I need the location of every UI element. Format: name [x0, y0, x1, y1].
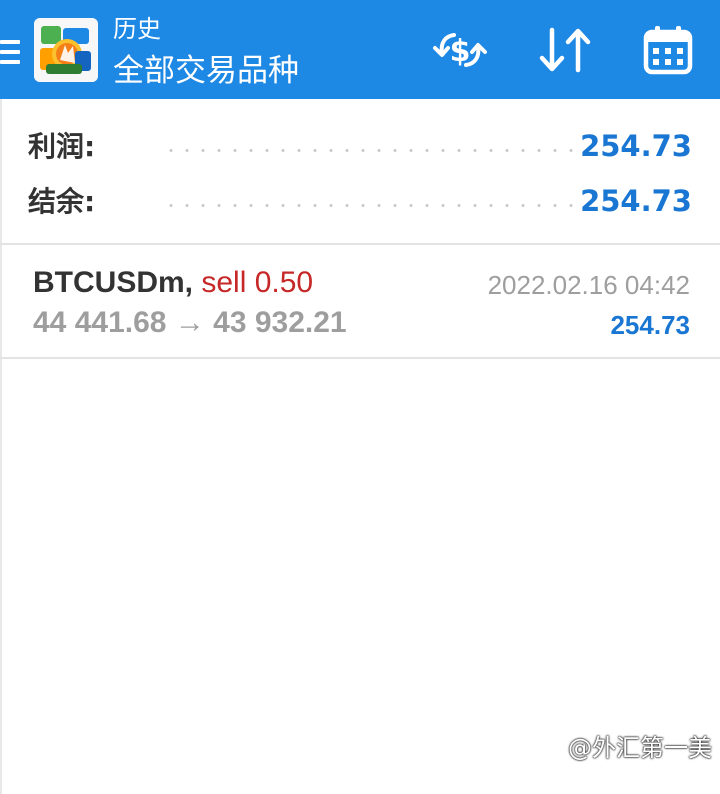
header-title-symbols[interactable]: 全部交易品种 [113, 52, 299, 90]
calendar-icon[interactable] [638, 24, 698, 76]
trade-prices: 44 441.68 → 43 932.21 [33, 304, 347, 342]
watermark: @外汇第一美 [568, 734, 712, 762]
metatrader-logo-icon[interactable] [34, 18, 98, 82]
balance-value: 254.73 [580, 184, 692, 218]
trade-profit: 254.73 [610, 310, 690, 340]
dotted-leader [163, 204, 573, 207]
summary-profit-row: 利润: 254.73 [0, 122, 720, 170]
close-price: 43 932.21 [213, 306, 347, 339]
header-title-small: 历史 [113, 15, 161, 43]
app-bar: 历史 全部交易品种 $ [0, 0, 720, 99]
profit-value: 254.73 [580, 129, 692, 163]
trade-title: BTCUSDm, sell 0.50 [33, 264, 313, 302]
history-screen: 历史 全部交易品种 $ 利润: 254.73 结余: 254.73 BTCUSD… [0, 0, 720, 794]
trade-symbol: BTCUSDm, [33, 266, 194, 299]
profit-label: 利润: [28, 130, 96, 163]
currency-exchange-icon[interactable]: $ [430, 24, 490, 76]
sort-icon[interactable] [535, 24, 595, 76]
divider [0, 357, 720, 359]
divider [0, 243, 720, 245]
dotted-leader [163, 149, 573, 152]
menu-icon[interactable] [0, 38, 22, 68]
trade-action: sell 0.50 [201, 266, 314, 299]
trade-row[interactable]: BTCUSDm, sell 0.50 44 441.68 → 43 932.21… [0, 246, 720, 356]
balance-label: 结余: [28, 185, 96, 218]
summary-balance-row: 结余: 254.73 [0, 177, 720, 225]
open-price: 44 441.68 [33, 306, 167, 339]
arrow-icon: → [174, 306, 205, 339]
trade-time: 2022.02.16 04:42 [487, 270, 690, 300]
